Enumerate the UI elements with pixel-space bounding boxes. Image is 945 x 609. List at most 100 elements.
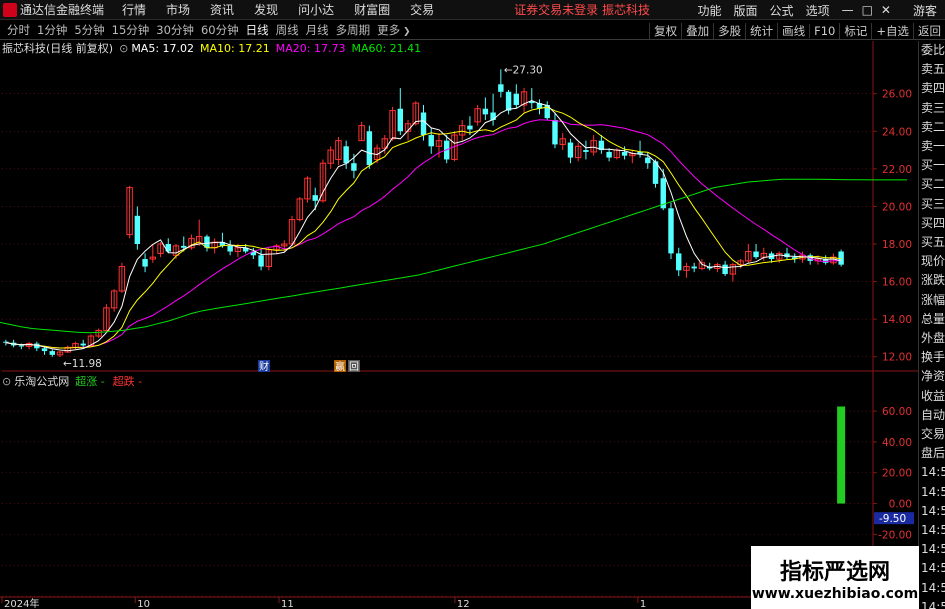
ma5-value: MA5: 17.02 <box>131 41 195 55</box>
ind-tick-label: 20.00 <box>882 468 912 480</box>
candle-body-down <box>420 112 427 136</box>
indicator-down-label: 超跌 - <box>112 375 143 388</box>
side-panel-label: 涨跌 <box>921 273 945 288</box>
side-panel-label: 自动 <box>921 407 945 422</box>
side-panel-label: 卖一 <box>921 139 945 153</box>
price-tick-label: 24.00 <box>882 126 912 138</box>
indicator-toggle-icon[interactable]: ⊙ <box>2 375 11 388</box>
indicator-bar <box>837 406 846 504</box>
side-panel-label: 14:56 <box>921 503 945 518</box>
side-panel-label: 买四 <box>921 215 945 230</box>
candle-body-down <box>343 146 349 164</box>
candle-body-down <box>80 343 86 346</box>
side-panel-label: 14:56 <box>921 484 945 499</box>
candle-body-down <box>621 151 628 156</box>
finance-marker: 财 <box>259 360 269 373</box>
candle-body-down <box>676 253 682 271</box>
candle-body-down <box>258 255 264 267</box>
candle-body-down <box>753 251 759 258</box>
price-tick-label: 12.00 <box>882 352 912 364</box>
indicator-info-line: ⊙ 乐淘公式网 超涨 - 超跌 - <box>2 374 143 389</box>
side-panel-label: 买一 <box>921 158 945 173</box>
ind-current-value: -9.50 <box>879 513 906 525</box>
ma20-line <box>5 119 842 349</box>
return-marker: 回 <box>349 361 359 373</box>
candle-body-down <box>428 135 434 147</box>
candle-body-down <box>498 84 504 92</box>
ma10-line <box>5 106 842 349</box>
side-panel-label: 外盘 <box>921 331 945 345</box>
ma-toggle-icon[interactable]: ⊙ <box>119 42 128 55</box>
date-tick-label: 1 <box>640 599 646 609</box>
side-panel-label: 换手 <box>921 350 945 365</box>
candle-body-down <box>227 245 233 252</box>
date-tick-label: 10 <box>137 599 150 609</box>
candle-body-down <box>181 245 187 248</box>
trading-app: { "menubar": { "app_title": "通达信金融终端", "… <box>0 0 945 609</box>
side-panel-label: 14:56 <box>921 465 945 480</box>
ind-tick-label: 0.00 <box>889 499 912 511</box>
side-panel-label: 盘后 <box>921 446 945 461</box>
side-panel-label: 卖五 <box>921 62 945 77</box>
side-panel-label: 交易 <box>921 427 945 441</box>
side-panel-label: 收益 <box>921 388 945 403</box>
side-panel-label: 14:56 <box>921 599 945 609</box>
ma60-value: MA60: 21.41 <box>351 41 422 55</box>
side-panel-label: 买三 <box>921 196 945 211</box>
candle-body-down <box>41 348 48 352</box>
candle-body-down <box>351 163 357 171</box>
date-tick-label: 12 <box>457 599 470 609</box>
candle-body-down <box>312 195 318 201</box>
side-panel-label: 总量 <box>921 311 945 326</box>
profit-marker: 赢 <box>335 360 345 373</box>
candle-body-down <box>482 108 489 115</box>
date-tick-label: 2024年 <box>4 597 39 609</box>
side-panel-label: 净资 <box>921 369 945 384</box>
side-panel-label: 委比 <box>921 43 945 57</box>
high-price-label: ←27.30 <box>504 64 543 76</box>
price-tick-label: 20.00 <box>882 201 912 213</box>
candlestick-series <box>3 69 844 358</box>
ind-tick-label: 40.00 <box>882 437 912 449</box>
candle-body-down <box>583 150 589 152</box>
indicator-panel <box>837 406 846 504</box>
candle-body-down <box>668 208 674 254</box>
stock-info-line: 振芯科技(日线 前复权) ⊙ MA5: 17.02 MA10: 17.21 MA… <box>2 41 427 56</box>
ind-tick-label: -20.00 <box>878 529 912 541</box>
price-tick-label: 14.00 <box>882 314 912 326</box>
candle-body-down <box>49 351 55 355</box>
candle-body-down <box>645 157 651 164</box>
side-panel-label: 14:56 <box>921 542 945 557</box>
chart-axes: 26.00 24.00 22.00 20.00 18.00 16.00 14.00 12.00… <box>1 89 914 609</box>
side-panel-label: 卖三 <box>921 100 945 115</box>
ma10-value: MA10: 17.21 <box>200 41 270 55</box>
watermark-url: www.xuezhibiao.com <box>751 585 919 602</box>
side-panel-label: 涨幅 <box>921 292 945 307</box>
side-panel-label: 买二 <box>921 177 945 192</box>
watermark-title: 指标严选网 <box>779 559 890 585</box>
indicator-name: 乐淘公式网 <box>14 375 70 388</box>
side-panel-label: 14:56 <box>921 523 945 537</box>
side-panel-label: 14:56 <box>921 561 945 576</box>
side-panel-label: 现价 <box>921 254 945 269</box>
candle-body-down <box>18 345 25 347</box>
candle-body-down <box>505 91 512 111</box>
kline-chart[interactable]: 26.00 24.00 22.00 20.00 18.00 16.00 14.00 12.00… <box>0 0 945 609</box>
candle-body-down <box>467 125 473 130</box>
watermark-banner: 指标严选网 www.xuezhibiao.com <box>751 546 919 609</box>
ma20-value: MA20: 17.73 <box>275 41 346 55</box>
candle-body-down <box>691 266 697 269</box>
side-panel-label: 卖四 <box>921 81 945 96</box>
candle-body-down <box>397 108 404 132</box>
candle-body-down <box>567 142 574 158</box>
candle-body-down <box>142 259 148 267</box>
candle-body-down <box>366 131 373 166</box>
side-panel-label: 14:56 <box>921 580 945 595</box>
candle-body-down <box>134 215 141 244</box>
low-price-label: ←11.98 <box>63 358 102 370</box>
price-tick-label: 18.00 <box>882 239 912 251</box>
side-panel-label: 卖二 <box>921 119 945 134</box>
candle-body-down <box>722 264 728 275</box>
candle-body-down <box>513 93 520 105</box>
ind-tick-label: 60.00 <box>882 406 912 418</box>
